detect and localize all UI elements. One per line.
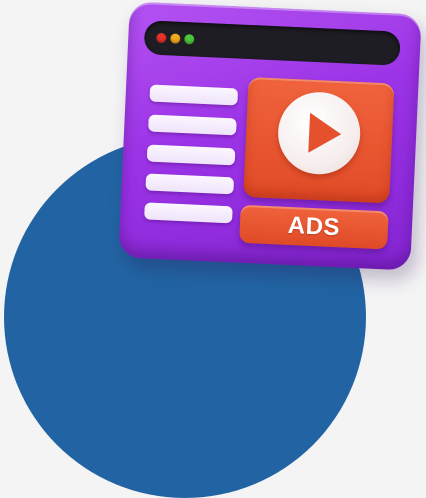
maximize-dot-icon xyxy=(184,34,195,45)
browser-window-frame: ADS xyxy=(118,1,422,271)
ads-label: ADS xyxy=(287,211,341,242)
text-line-placeholder xyxy=(144,202,233,224)
minimize-dot-icon xyxy=(170,33,181,44)
text-line-placeholder xyxy=(149,84,239,106)
play-icon xyxy=(308,112,343,155)
close-dot-icon xyxy=(156,32,167,44)
text-line-placeholder xyxy=(146,144,236,166)
text-line-placeholder xyxy=(145,173,235,195)
play-button xyxy=(276,90,362,177)
ads-button: ADS xyxy=(239,204,389,250)
video-panel xyxy=(243,76,395,204)
browser-titlebar xyxy=(143,20,401,66)
text-line-placeholder xyxy=(148,114,237,136)
ads-browser-illustration: ADS xyxy=(118,1,422,271)
